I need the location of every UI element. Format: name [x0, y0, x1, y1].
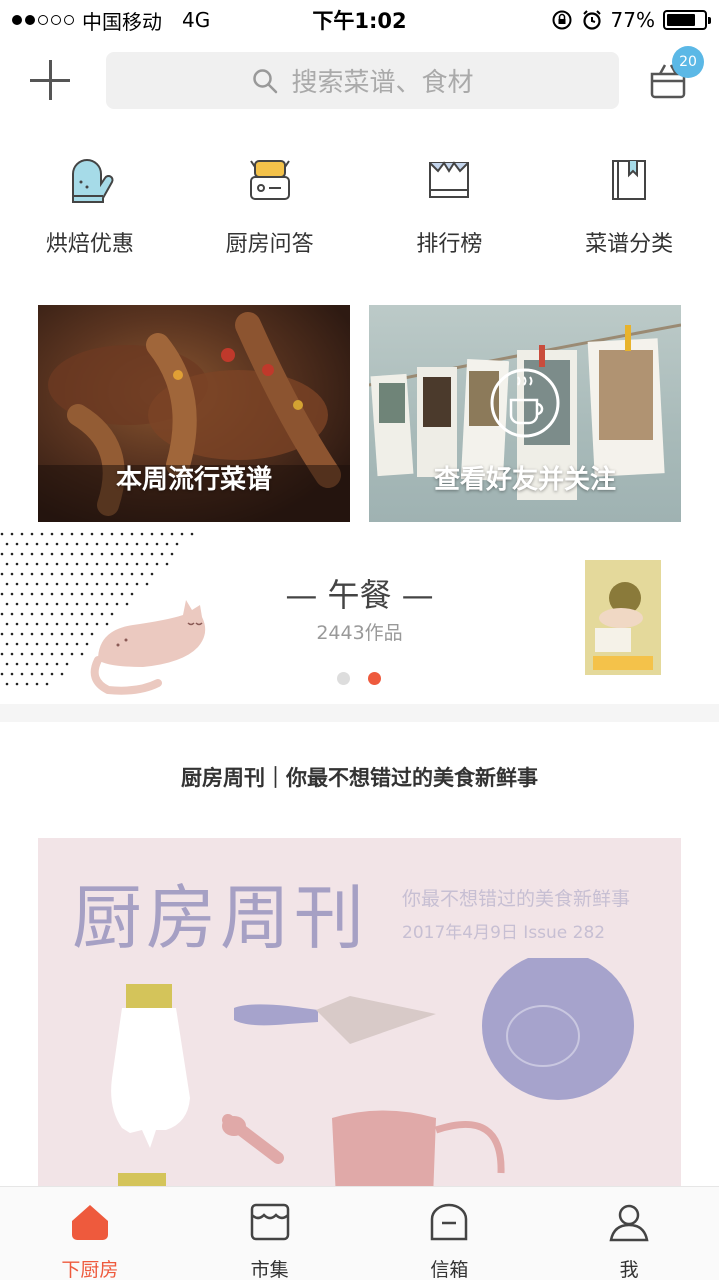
quick-nav-label: 菜谱分类 — [585, 232, 674, 257]
banners: 本周流行菜谱 查看好友并关注 — [38, 305, 681, 522]
quick-nav-recipe-categories[interactable]: 菜谱分类 — [539, 150, 719, 258]
tab-market[interactable]: 市集 — [180, 1187, 360, 1280]
quick-nav-label: 厨房问答 — [225, 232, 314, 257]
tab-me[interactable]: 我 — [539, 1187, 719, 1280]
status-left: 中国移动 4G — [12, 6, 210, 35]
carousel-indicator — [337, 672, 381, 685]
carrier-name: 中国移动 — [82, 9, 162, 34]
section-separator — [0, 704, 719, 722]
profile-icon — [607, 1201, 651, 1243]
network-type: 4G — [182, 8, 211, 32]
tab-mailbox[interactable]: 信箱 — [360, 1187, 540, 1280]
weekly-popular-banner[interactable]: 本周流行菜谱 — [38, 305, 350, 522]
tab-bar: 下厨房 市集 信箱 我 — [0, 1186, 719, 1280]
quick-nav-rankings[interactable]: 排行榜 — [360, 150, 540, 258]
banner-title: 查看好友并关注 — [433, 465, 616, 495]
weekly-magazine-card[interactable]: 厨房周刊 你最不想错过的美食新鲜事 2017年4月9日 Issue 282 — [38, 838, 681, 1198]
search-input[interactable]: 搜索菜谱、食材 — [106, 52, 619, 109]
quick-nav-baking-deals[interactable]: 烘焙优惠 — [0, 150, 180, 258]
meal-carousel[interactable]: — 午餐 — 2443作品 — [0, 530, 719, 702]
magazine-title: 厨房周刊 — [72, 877, 368, 959]
market-icon — [248, 1201, 292, 1243]
tab-home[interactable]: 下厨房 — [0, 1187, 180, 1280]
battery-icon — [663, 10, 711, 30]
friends-banner[interactable]: 查看好友并关注 — [369, 305, 681, 522]
carousel-dot[interactable] — [368, 672, 381, 685]
quick-nav-label: 烘焙优惠 — [45, 232, 134, 257]
kitchen-tools-illustration — [111, 958, 634, 1198]
battery-percent: 77% — [610, 8, 655, 32]
quick-nav-kitchen-qa[interactable]: 厨房问答 — [180, 150, 360, 258]
tab-label: 信箱 — [430, 1259, 469, 1280]
tab-label: 市集 — [250, 1259, 289, 1280]
signal-strength-icon — [12, 15, 74, 25]
quick-nav: 烘焙优惠 厨房问答 排行榜 菜谱分类 — [0, 150, 719, 258]
status-bar: 中国移动 4G 下午1:02 77% — [0, 0, 719, 40]
meal-photo — [585, 560, 661, 675]
tab-label: 我 — [619, 1259, 639, 1280]
bookmark-book-icon — [599, 150, 659, 210]
mailbox-icon — [427, 1201, 471, 1243]
meal-thumbnail[interactable] — [585, 560, 661, 675]
magazine-subtitle: 你最不想错过的美食新鲜事 — [402, 888, 631, 910]
oven-mitt-icon — [60, 150, 120, 210]
magazine-issue: 2017年4月9日 Issue 282 — [402, 923, 606, 943]
tab-label: 下厨房 — [61, 1259, 119, 1280]
carousel-dot[interactable] — [337, 672, 350, 685]
search-icon — [253, 68, 278, 93]
search-placeholder: 搜索菜谱、食材 — [291, 68, 474, 98]
toaster-icon — [240, 150, 300, 210]
alarm-icon — [582, 10, 601, 30]
status-right: 77% — [551, 8, 711, 32]
house-icon — [68, 1201, 112, 1243]
add-button[interactable] — [30, 60, 72, 102]
crown-box-icon — [419, 150, 479, 210]
weekly-section-title: 厨房周刊｜你最不想错过的美食新鲜事 — [181, 766, 538, 790]
banner-title: 本周流行菜谱 — [115, 465, 272, 495]
cart-badge: 20 — [672, 46, 704, 78]
rotation-lock-icon — [552, 10, 572, 30]
quick-nav-label: 排行榜 — [416, 232, 483, 257]
header: 搜索菜谱、食材 — [0, 48, 719, 114]
